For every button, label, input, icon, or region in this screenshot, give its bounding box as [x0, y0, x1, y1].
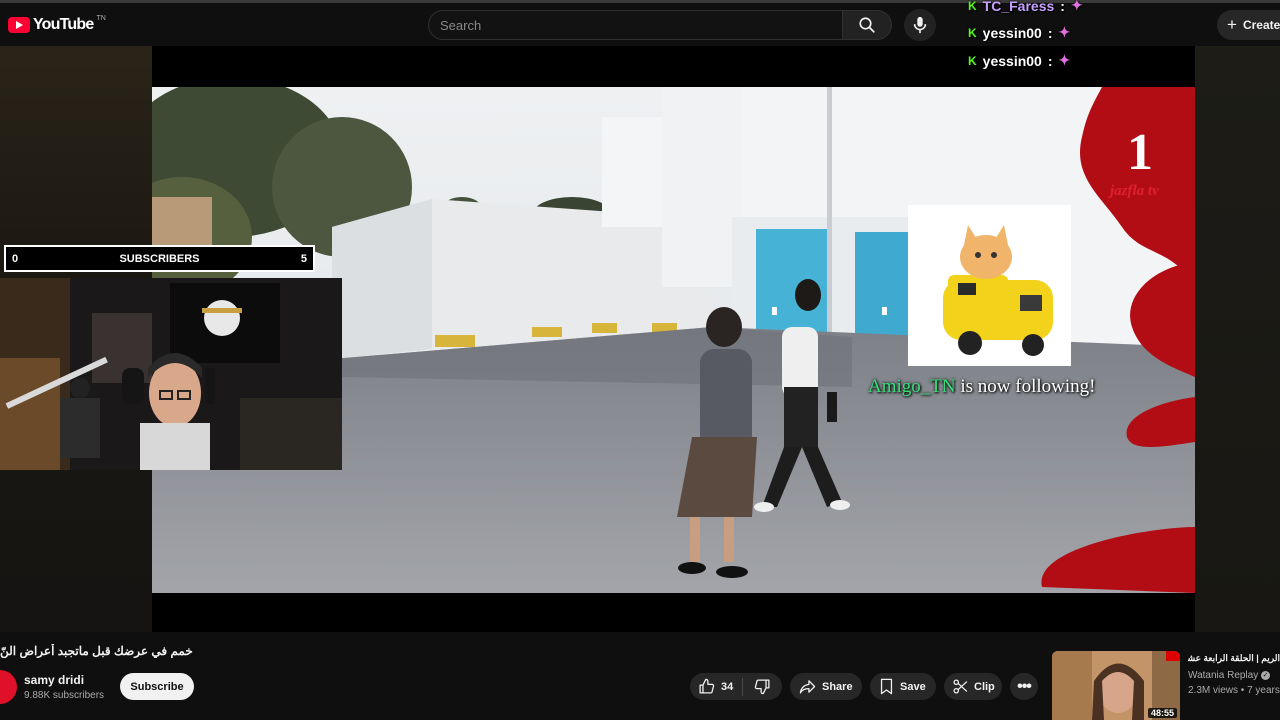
chat-username: yessin00 [982, 24, 1042, 41]
more-actions-button[interactable]: ••• [1010, 673, 1038, 700]
logo-text: YouTube [33, 16, 94, 33]
chat-username: TC_Faress [982, 0, 1055, 14]
thumbs-up-icon [699, 678, 715, 694]
subscriber-goal-current: 0 [12, 252, 19, 265]
video-duration-badge: 48:55 [1148, 708, 1178, 718]
subscriber-goal-target: 5 [300, 252, 307, 265]
recommended-channel-name[interactable]: Watania Replay ✓ [1188, 670, 1271, 681]
save-button[interactable]: Save [870, 673, 936, 700]
create-button[interactable]: + Create [1217, 10, 1280, 40]
create-label: Create [1242, 18, 1280, 32]
follow-alert-cat-car-image [908, 205, 1071, 366]
chat-separator: : [1047, 52, 1053, 69]
recommended-video-title[interactable]: الريم | الحلقة الرابعة عشر [1188, 653, 1280, 664]
channel-subscriber-count: 9.88K subscribers [24, 690, 105, 701]
kick-badge-icon: K [968, 53, 977, 68]
recommended-video-meta: 2.3M views • 7 years a [1188, 685, 1280, 696]
party-popper-emote-icon: ✦ [1058, 24, 1071, 40]
dislike-button[interactable] [743, 678, 781, 695]
masthead: YouTube TN + Create [0, 0, 1280, 46]
chat-separator: : [1060, 0, 1065, 14]
like-dislike-group: 34 [690, 673, 782, 700]
thumbs-down-icon [754, 679, 770, 695]
plus-icon: + [1227, 15, 1237, 34]
like-count: 34 [721, 680, 734, 693]
logo-region: TN [96, 14, 106, 22]
ambient-glow-right [1195, 46, 1280, 632]
video-title: خمم في عرضك قبل ماتجبد أعراض النّ [0, 644, 193, 658]
scissors-icon [953, 679, 968, 694]
follow-alert-username: Amigo_TN [868, 376, 956, 397]
verified-check-icon: ✓ [1261, 670, 1271, 680]
clip-label: Clip [974, 680, 995, 693]
more-horizontal-icon: ••• [1017, 677, 1032, 695]
save-label: Save [900, 680, 926, 693]
channel-name[interactable]: samy dridi [24, 673, 84, 687]
kick-badge-icon: K [968, 0, 977, 13]
chat-message: K yessin00 : ✦ [968, 52, 1070, 69]
kick-badge-icon: K [968, 25, 977, 40]
share-arrow-icon [799, 680, 816, 694]
channel-watermark: jazfla tv [1108, 183, 1159, 199]
bookmark-icon [880, 678, 893, 695]
search-input[interactable] [429, 11, 842, 39]
search-button[interactable] [842, 10, 892, 40]
youtube-play-icon [8, 17, 30, 33]
share-label: Share [822, 680, 853, 693]
follow-alert-message: is now following! [955, 376, 1096, 397]
follow-alert-text: Amigo_TN is now following! [868, 376, 1095, 398]
subscriber-goal-label: SUBSCRIBERS [119, 252, 200, 265]
voice-search-button[interactable] [904, 9, 936, 41]
channel-number-logo: 1 [1127, 124, 1153, 181]
subscribe-button[interactable]: Subscribe [120, 673, 194, 700]
chat-message: K TC_Faress : ✦ [968, 0, 1083, 14]
top-divider [0, 0, 1280, 3]
chat-message: K yessin00 : ✦ [968, 24, 1070, 41]
microphone-icon [913, 16, 927, 34]
share-button[interactable]: Share [790, 673, 862, 700]
chat-username: yessin00 [982, 52, 1042, 69]
search-box [428, 10, 843, 40]
party-popper-emote-icon: ✦ [1070, 0, 1083, 13]
channel-avatar[interactable] [0, 670, 17, 704]
like-button[interactable]: 34 [690, 678, 742, 695]
clip-button[interactable]: Clip [944, 673, 1002, 700]
chat-separator: : [1047, 24, 1053, 41]
search-icon [859, 17, 875, 33]
webcam-image [0, 278, 342, 470]
subscriber-goal-bar: 0 SUBSCRIBERS 5 [4, 245, 315, 272]
party-popper-emote-icon: ✦ [1058, 52, 1071, 68]
recommended-channel-label: Watania Replay [1188, 670, 1259, 681]
youtube-logo[interactable]: YouTube TN [8, 14, 106, 34]
streamer-webcam [0, 278, 342, 470]
